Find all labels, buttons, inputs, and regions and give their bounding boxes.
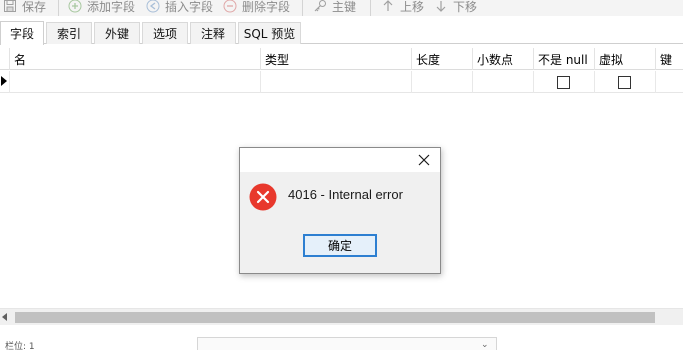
save-button[interactable]: 保存	[3, 0, 46, 15]
add-field-button[interactable]: 添加字段	[68, 0, 135, 15]
save-label: 保存	[22, 0, 47, 14]
toolbar-separator	[370, 0, 371, 16]
toolbar-separator	[58, 0, 59, 16]
scroll-left-arrow-icon[interactable]	[2, 313, 7, 321]
key-icon	[314, 0, 326, 12]
ok-button[interactable]: 确定	[303, 234, 377, 257]
move-up-label: 上移	[400, 0, 425, 14]
virtual-checkbox[interactable]	[618, 76, 631, 89]
insert-arrow-icon	[146, 0, 160, 13]
cell-key[interactable]	[655, 71, 683, 93]
not-null-checkbox[interactable]	[557, 76, 570, 89]
dialog-body: 4016 - Internal error 确定	[240, 172, 440, 273]
status-text: 栏位: 1	[5, 342, 35, 350]
primary-key-button[interactable]: 主键	[313, 0, 356, 15]
move-down-button[interactable]: 下移	[434, 0, 477, 15]
tab-foreign-keys[interactable]: 外键	[94, 22, 140, 44]
dialog-title-bar	[240, 148, 440, 172]
field-grid-header: 名 类型 长度 小数点 不是 null 虚拟 键	[0, 48, 683, 70]
tab-comments[interactable]: 注释	[190, 22, 236, 44]
error-icon	[249, 183, 277, 211]
arrow-down-icon	[436, 1, 446, 12]
horizontal-scrollbar[interactable]	[0, 308, 683, 325]
delete-field-button[interactable]: 删除字段	[223, 0, 290, 15]
current-row-arrow-icon	[1, 76, 7, 86]
tab-bar: 字段 索引 外键 选项 注释 SQL 预览	[0, 21, 683, 45]
close-icon[interactable]	[416, 152, 432, 168]
add-circle-icon	[68, 0, 82, 13]
delete-field-label: 删除字段	[242, 0, 291, 14]
error-message: 4016 - Internal error	[288, 187, 403, 202]
column-header-not-null[interactable]: 不是 null	[533, 48, 594, 70]
error-dialog: 4016 - Internal error 确定	[239, 147, 441, 274]
move-up-button[interactable]: 上移	[381, 0, 424, 15]
arrow-up-icon	[383, 0, 393, 11]
cell-name[interactable]	[9, 71, 260, 93]
column-header-virtual[interactable]: 虚拟	[594, 48, 655, 70]
primary-key-label: 主键	[332, 0, 357, 14]
column-header-decimals[interactable]: 小数点	[472, 48, 533, 70]
status-input-box[interactable]	[197, 337, 497, 350]
cell-type[interactable]	[260, 71, 411, 93]
table-row[interactable]	[0, 71, 683, 93]
column-header-name[interactable]: 名	[9, 48, 260, 70]
add-field-label: 添加字段	[87, 0, 136, 14]
tab-fields[interactable]: 字段	[0, 21, 44, 45]
save-icon	[4, 0, 16, 12]
move-down-label: 下移	[453, 0, 478, 14]
column-header-key[interactable]: 键	[655, 48, 683, 70]
cell-decimals[interactable]	[472, 71, 533, 93]
column-header-type[interactable]: 类型	[260, 48, 411, 70]
tab-indexes[interactable]: 索引	[46, 22, 92, 44]
insert-field-button[interactable]: 插入字段	[146, 0, 213, 15]
toolbar: 保存 添加字段 插入字段 删除字段 主键 上移 下移	[0, 0, 683, 16]
tab-options[interactable]: 选项	[142, 22, 188, 44]
column-header-length[interactable]: 长度	[411, 48, 472, 70]
remove-circle-icon	[223, 0, 237, 13]
insert-field-label: 插入字段	[165, 0, 214, 14]
toolbar-separator	[302, 0, 303, 16]
scrollbar-thumb[interactable]	[15, 312, 655, 323]
cell-length[interactable]	[411, 71, 472, 93]
chevron-down-icon[interactable]: ⌄	[481, 340, 489, 350]
tab-sql-preview[interactable]: SQL 预览	[238, 22, 301, 44]
